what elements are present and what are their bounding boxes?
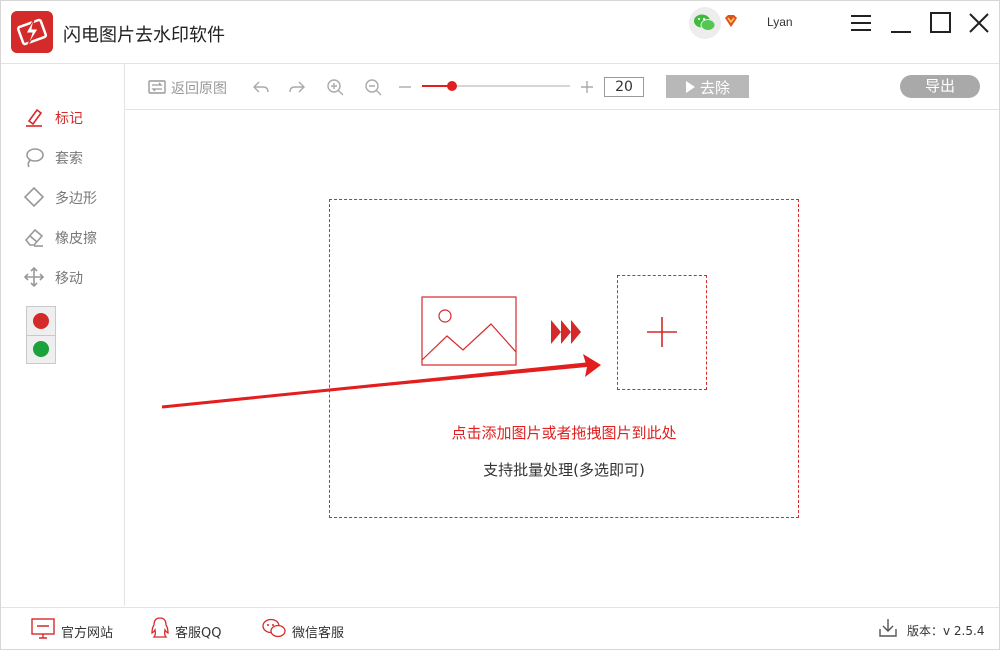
brush-size-input[interactable]: 20 <box>604 77 644 97</box>
lasso-icon <box>26 148 44 168</box>
slider-thumb[interactable] <box>446 81 457 91</box>
forward-arrows-icon <box>551 320 581 344</box>
zoom-out-icon[interactable] <box>363 77 383 97</box>
version-label: 版本：v 2.5.4 <box>907 624 985 638</box>
tool-label: 套索 <box>55 151 83 167</box>
red-color-option[interactable] <box>33 313 49 329</box>
user-name[interactable]: Lyan <box>767 15 793 29</box>
tool-move[interactable]: 移动 <box>23 266 119 288</box>
polygon-icon <box>23 186 45 208</box>
download-icon <box>879 619 897 637</box>
move-icon <box>23 266 45 288</box>
qq-icon <box>151 617 169 638</box>
app-window: 闪电图片去水印软件 Lyan 标记 套索 多边形 橡皮擦 移动 返回原图 20 … <box>0 0 1000 650</box>
qq-label: 客服QQ <box>175 626 222 641</box>
tool-label: 移动 <box>55 271 83 287</box>
tool-marker[interactable]: 标记 <box>23 106 119 128</box>
tool-polygon[interactable]: 多边形 <box>23 186 119 208</box>
remove-label: 去除 <box>700 79 731 97</box>
undo-icon[interactable] <box>251 77 271 97</box>
tool-eraser[interactable]: 橡皮擦 <box>23 226 119 248</box>
edit-toolbar: 返回原图 20 去除 导出 <box>125 64 999 110</box>
add-image-button[interactable] <box>617 275 707 390</box>
divider <box>27 335 55 336</box>
brush-size-slider[interactable] <box>422 81 570 91</box>
tool-label: 橡皮擦 <box>55 231 97 247</box>
drop-hint-text: 点击添加图片或者拖拽图片到此处 <box>451 424 677 442</box>
wechat-icon[interactable] <box>689 7 721 39</box>
vip-icon[interactable] <box>723 13 739 29</box>
website-label: 官方网站 <box>61 626 114 641</box>
batch-support-text: 支持批量处理(多选即可) <box>483 461 645 479</box>
monitor-icon <box>31 618 55 639</box>
redo-icon[interactable] <box>287 77 307 97</box>
restore-original-button[interactable]: 返回原图 <box>171 78 227 98</box>
menu-icon[interactable] <box>849 11 873 35</box>
wechat-service-label: 微信客服 <box>292 626 345 641</box>
tool-lasso[interactable]: 套索 <box>23 146 119 168</box>
title-bar: 闪电图片去水印软件 Lyan <box>1 1 999 64</box>
marker-icon <box>26 108 43 127</box>
zoom-in-icon[interactable] <box>325 77 345 97</box>
tool-label: 多边形 <box>55 191 97 207</box>
maximize-icon[interactable] <box>929 11 953 35</box>
plus-icon <box>647 317 677 347</box>
export-button[interactable]: 导出 <box>900 75 980 98</box>
tool-label: 标记 <box>55 111 83 127</box>
app-title: 闪电图片去水印软件 <box>63 25 225 46</box>
close-icon[interactable] <box>967 11 991 35</box>
eraser-icon <box>24 228 44 247</box>
increase-brush-icon[interactable] <box>577 77 597 97</box>
wechat-service-icon <box>262 618 286 638</box>
remove-button[interactable]: 去除 <box>666 75 749 98</box>
brush-color-picker <box>26 306 56 364</box>
play-icon <box>686 81 695 93</box>
app-logo-icon <box>11 11 53 53</box>
status-bar: 官方网站 客服QQ 微信客服 版本：v 2.5.4 <box>1 607 999 650</box>
decrease-brush-icon[interactable] <box>395 77 415 97</box>
minimize-icon[interactable] <box>889 11 913 35</box>
pointer-arrow-annotation <box>161 354 601 409</box>
green-color-option[interactable] <box>33 341 49 357</box>
restore-icon[interactable] <box>147 77 167 97</box>
tool-sidebar: 标记 套索 多边形 橡皮擦 移动 <box>1 64 125 606</box>
